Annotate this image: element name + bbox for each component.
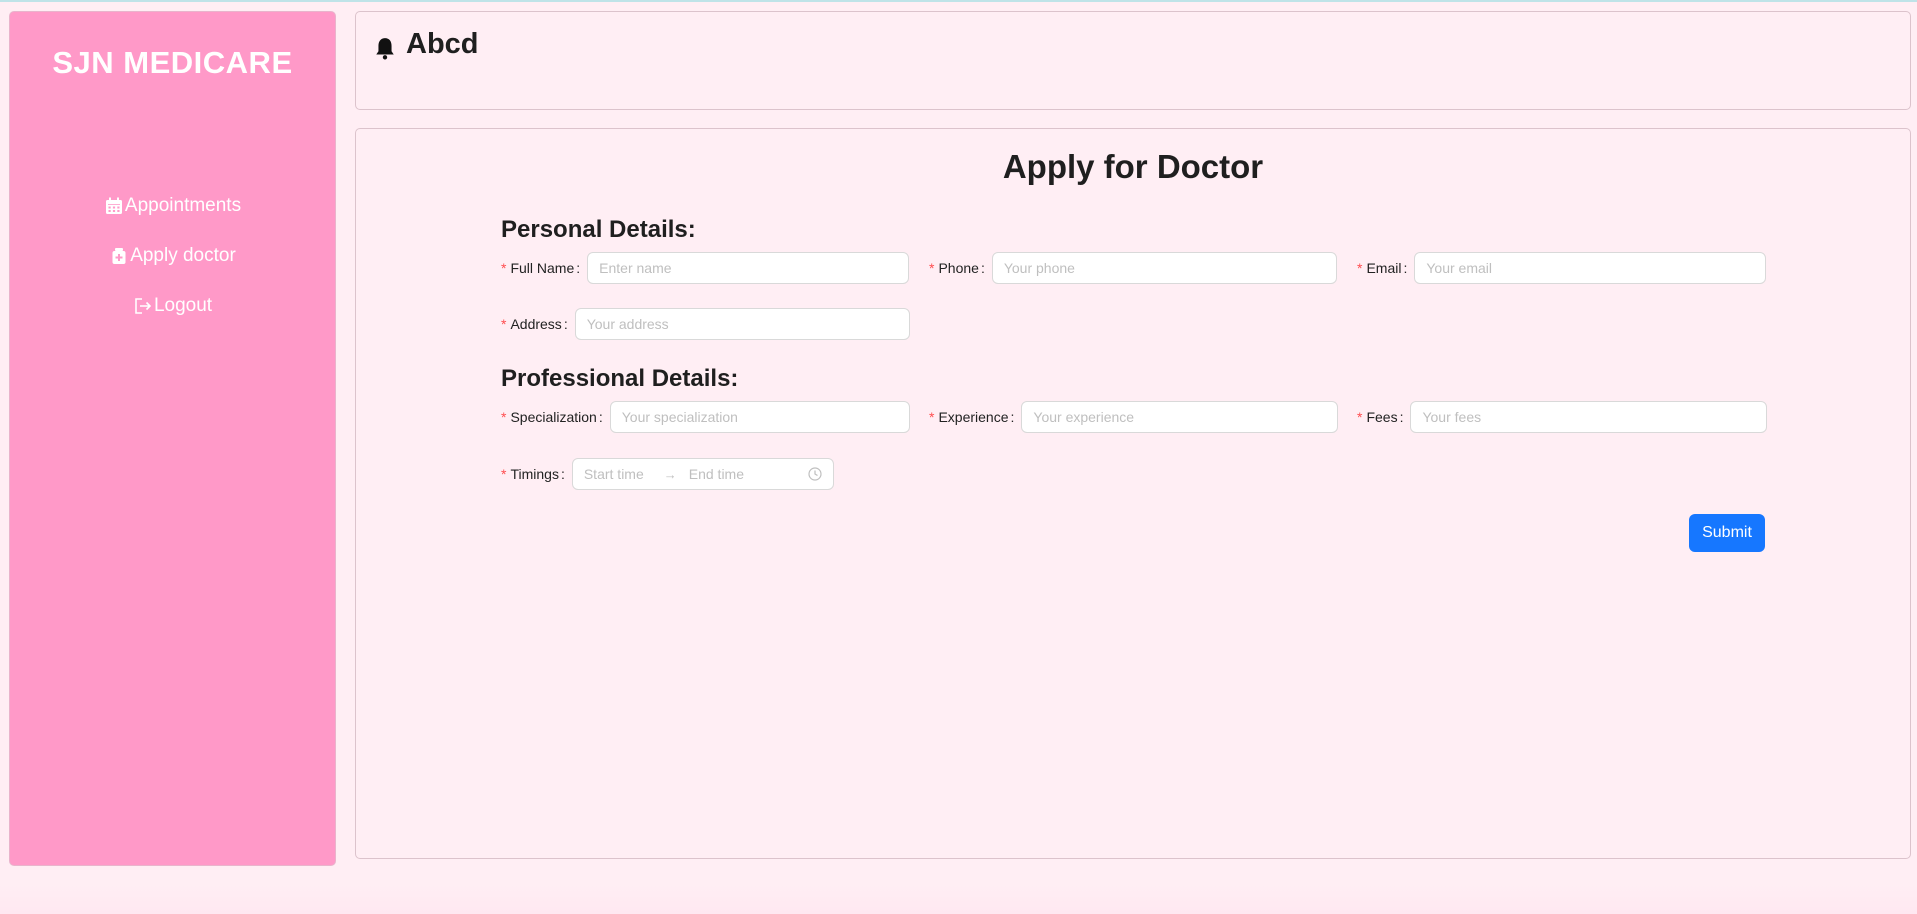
sidebar-item-logout[interactable]: Logout [10,295,335,317]
field-label: Fees [1366,409,1398,425]
apply-doctor-form: Apply for Doctor Personal Details: * Full… [355,128,1911,859]
start-time-input[interactable]: Start time [584,466,644,482]
range-arrow-icon: → [663,466,677,482]
bell-icon[interactable] [374,36,396,60]
brand-title: SJN MEDICARE [52,45,293,80]
field-label: Experience [938,409,1009,425]
field-label: Email [1366,260,1402,276]
end-time-input[interactable]: End time [689,466,744,482]
field-label: Phone [938,260,979,276]
page-title: Apply for Doctor [1002,148,1264,185]
label-colon: : [560,466,565,482]
required-mark: * [929,260,935,276]
sidebar: SJN MEDICARE Appointments Apply doctor L… [9,11,336,866]
label-colon: : [1399,409,1404,425]
sidebar-item-label: Appointments [124,195,242,216]
personal-details-heading: Personal Details: [501,216,696,243]
required-mark: * [501,316,507,332]
full-name-field: * Full Name: [501,252,910,284]
email-field: * Email: [1357,252,1767,284]
address-input[interactable] [574,308,910,340]
address-field: * Address: [501,308,910,340]
label-colon: : [1403,260,1408,276]
required-mark: * [501,409,507,425]
calendar-icon [105,197,122,214]
fees-input[interactable] [1410,401,1768,433]
label-colon: : [1010,409,1015,425]
sidebar-item-appointments[interactable]: Appointments [10,195,335,217]
specialization-field: * Specialization: [501,401,910,433]
window-top-border [0,0,1917,2]
field-label: Specialization [510,409,597,425]
required-mark: * [501,466,507,482]
full-name-input[interactable] [587,252,910,284]
field-label: Full Name [510,260,575,276]
required-mark: * [1357,409,1363,425]
label-colon: : [576,260,581,276]
page-bottom [0,884,1917,914]
professional-details-heading: Professional Details: [501,365,739,392]
user-name: Abcd [406,28,479,60]
phone-field: * Phone: [929,252,1337,284]
required-mark: * [1357,260,1363,276]
header: Abcd [355,11,1911,110]
label-colon: : [598,409,603,425]
experience-input[interactable] [1021,401,1339,433]
field-label: Timings [510,466,559,482]
fees-field: * Fees: [1357,401,1768,433]
required-mark: * [929,409,935,425]
sidebar-item-apply-doctor[interactable]: Apply doctor [10,245,335,267]
logout-icon [135,298,152,314]
medical-bag-icon [112,248,126,264]
specialization-input[interactable] [609,401,910,433]
experience-field: * Experience: [929,401,1339,433]
phone-input[interactable] [991,252,1337,284]
field-label: Address [510,316,562,332]
submit-button[interactable]: Submit [1689,514,1765,552]
timings-field: * Timings: Start time → End time [501,458,834,490]
clock-icon [808,467,822,481]
sidebar-item-label: Apply doctor [130,245,236,266]
email-input[interactable] [1414,252,1767,284]
label-colon: : [563,316,568,332]
label-colon: : [980,260,985,276]
required-mark: * [501,260,507,276]
sidebar-item-label: Logout [153,295,213,316]
timings-range-picker[interactable]: Start time → End time [571,458,834,490]
